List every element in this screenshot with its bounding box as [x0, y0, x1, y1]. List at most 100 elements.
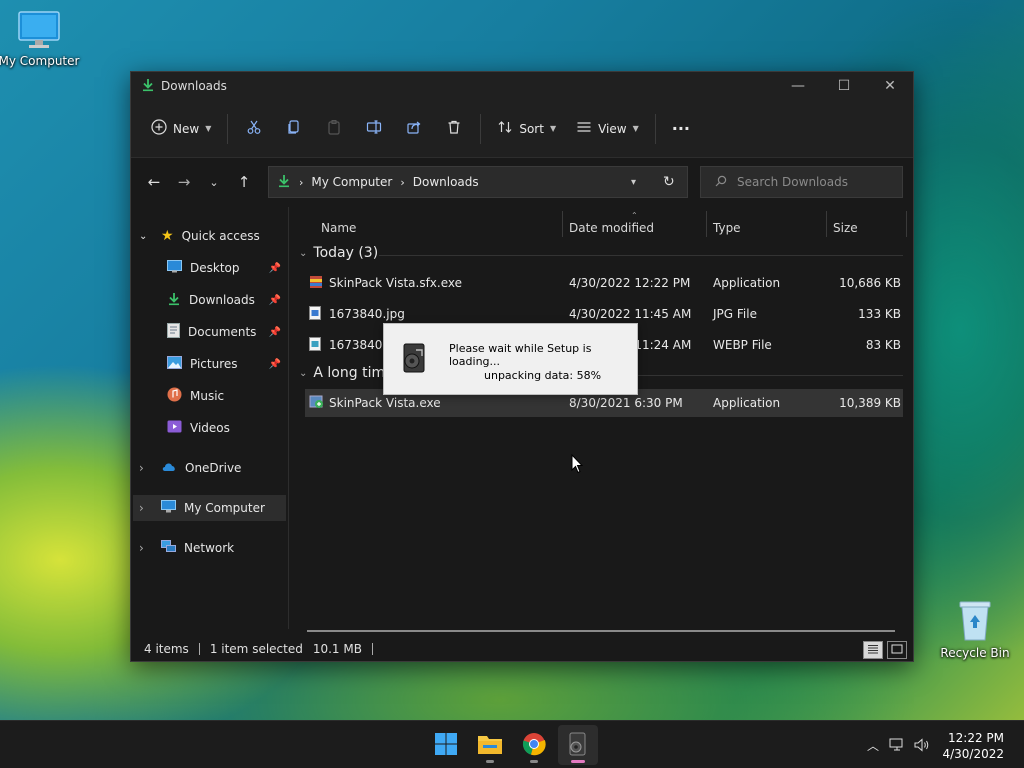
delete-button[interactable] [434, 111, 474, 147]
command-bar: New ▼ Sort ▼ View ▼ ··· [131, 100, 913, 158]
breadcrumb-my-computer[interactable]: My Computer [311, 175, 392, 189]
view-button[interactable]: View ▼ [566, 111, 649, 147]
maximize-button[interactable]: ☐ [821, 72, 867, 100]
download-icon [277, 174, 291, 191]
horizontal-scrollbar[interactable] [307, 630, 895, 632]
selection-count: 1 item selected [209, 642, 303, 656]
tiles-view-button[interactable] [887, 641, 907, 659]
column-divider[interactable] [706, 211, 707, 237]
sort-label: Sort [519, 121, 544, 136]
sort-button[interactable]: Sort ▼ [487, 111, 566, 147]
recent-locations-button[interactable]: ⌄ [199, 167, 229, 197]
column-label: Date modified [569, 221, 655, 235]
search-placeholder: Search Downloads [737, 175, 848, 189]
sidebar-label: Downloads [189, 293, 255, 307]
rename-button[interactable] [354, 111, 394, 147]
details-view-button[interactable] [863, 641, 883, 659]
column-label: Type [713, 221, 741, 235]
desktop-icon-my-computer[interactable]: My Computer [0, 10, 84, 68]
running-indicator [571, 760, 585, 763]
sidebar-label: OneDrive [185, 461, 242, 475]
sidebar-item-music[interactable]: Music [167, 383, 287, 409]
sidebar-item-onedrive[interactable]: › OneDrive [139, 455, 241, 481]
sidebar-item-pictures[interactable]: Pictures 📌 [167, 351, 287, 377]
close-button[interactable]: ✕ [867, 72, 913, 100]
file-type: WEBP File [713, 338, 772, 352]
sidebar-item-videos[interactable]: Videos [167, 415, 287, 441]
share-button[interactable] [394, 111, 434, 147]
column-header-size[interactable]: Size [833, 215, 903, 241]
sidebar-item-desktop[interactable]: Desktop 📌 [167, 255, 287, 281]
taskbar-clock[interactable]: 12:22 PM 4/30/2022 [942, 730, 1004, 762]
start-button[interactable] [426, 725, 466, 765]
status-bar: 4 items 1 item selected 10.1 MB [131, 637, 913, 661]
sidebar-label: My Computer [184, 501, 265, 515]
selection-size: 10.1 MB [312, 642, 362, 656]
file-size: 83 KB [865, 338, 901, 352]
column-divider[interactable] [826, 211, 827, 237]
column-header-name[interactable]: Name [321, 215, 561, 241]
sidebar-label: Documents [188, 325, 257, 339]
taskbar-setup[interactable] [558, 725, 598, 765]
up-button[interactable]: ↑ [229, 167, 259, 197]
chevron-right-icon: › [139, 501, 144, 515]
address-bar[interactable]: › My Computer › Downloads ▾ ↻ [268, 166, 688, 198]
file-row[interactable]: SkinPack Vista.sfx.exe 4/30/2022 12:22 P… [305, 269, 903, 297]
file-name: 1673840.jpg [329, 307, 405, 321]
arrow-right-icon: → [177, 173, 191, 191]
navigation-pane: ⌄ ★ Quick access Desktop 📌 Downloads 📌 D… [131, 207, 289, 629]
sidebar-item-network[interactable]: › Network [139, 535, 234, 561]
pin-icon: 📌 [268, 262, 281, 274]
minimize-button[interactable]: — [775, 72, 821, 100]
new-button[interactable]: New ▼ [141, 111, 221, 147]
volume-icon[interactable] [910, 738, 934, 752]
sort-icon [497, 119, 513, 138]
column-header-date[interactable]: Date modified ⌃ [569, 211, 705, 241]
chevron-down-icon: ⌄ [299, 247, 308, 259]
cut-button[interactable] [234, 111, 274, 147]
paste-button[interactable] [314, 111, 354, 147]
taskbar: ︿ 12:22 PM 4/30/2022 [0, 720, 1024, 768]
breadcrumb-downloads[interactable]: Downloads [413, 175, 479, 189]
status-separator [198, 643, 200, 655]
network-status-icon[interactable] [884, 738, 910, 752]
chevron-down-icon: ▼ [632, 124, 639, 133]
file-name: SkinPack Vista.exe [329, 396, 441, 410]
list-view-icon [576, 119, 592, 138]
download-icon [167, 292, 181, 309]
running-indicator [486, 760, 494, 763]
document-icon [167, 323, 180, 341]
view-label: View [598, 121, 627, 136]
more-options-button[interactable]: ··· [662, 111, 700, 147]
clock-time: 12:22 PM [948, 731, 1004, 745]
sidebar-item-my-computer[interactable]: › My Computer [133, 495, 286, 521]
show-hidden-icons-button[interactable]: ︿ [862, 737, 884, 754]
title-bar[interactable]: Downloads — ☐ ✕ [131, 72, 913, 100]
music-icon [167, 387, 182, 405]
sidebar-item-downloads[interactable]: Downloads 📌 [167, 287, 287, 313]
taskbar-chrome[interactable] [514, 725, 554, 765]
cloud-icon [161, 461, 177, 475]
refresh-button[interactable]: ↻ [663, 174, 675, 190]
sidebar-item-documents[interactable]: Documents 📌 [167, 319, 287, 345]
share-icon [406, 119, 422, 138]
address-dropdown-button[interactable]: ▾ [631, 177, 636, 188]
search-input[interactable]: Search Downloads [700, 166, 903, 198]
monitor-icon [161, 500, 176, 516]
windows-logo-icon [434, 732, 458, 759]
taskbar-file-explorer[interactable] [470, 725, 510, 765]
column-divider[interactable] [906, 211, 907, 237]
column-header-type[interactable]: Type [713, 215, 825, 241]
desktop-icon-recycle-bin[interactable]: Recycle Bin [930, 598, 1020, 660]
copy-button[interactable] [274, 111, 314, 147]
details-view-icon [867, 643, 879, 657]
desktop-folder-icon [167, 260, 182, 276]
sidebar-item-quick-access[interactable]: ⌄ ★ Quick access [139, 223, 260, 249]
column-divider[interactable] [562, 211, 563, 237]
file-type: Application [713, 396, 781, 410]
forward-button[interactable]: → [169, 167, 199, 197]
group-header-today[interactable]: ⌄ Today (3) [299, 245, 378, 261]
back-button[interactable]: ← [139, 167, 169, 197]
file-date: 4/30/2022 12:22 PM [569, 276, 691, 290]
file-list: Name Date modified ⌃ Type Size ⌄ Today (… [291, 207, 913, 629]
